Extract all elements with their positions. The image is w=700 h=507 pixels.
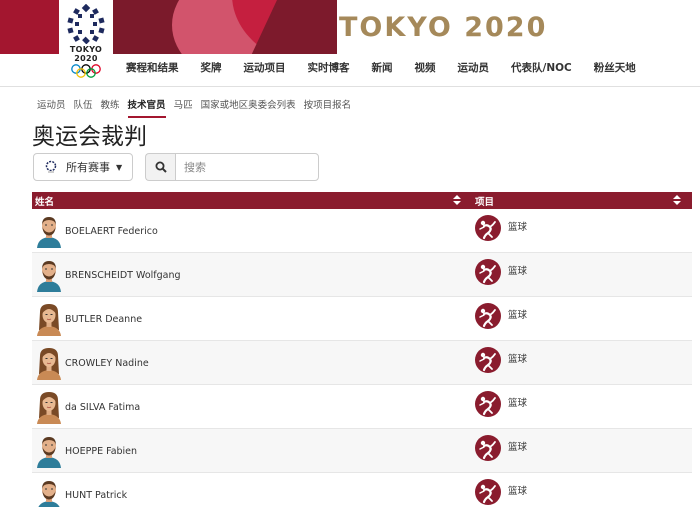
sort-icon[interactable] <box>673 195 681 206</box>
logo-text: TOKYO 2020 <box>69 45 103 63</box>
page-title: 奥运会裁判 <box>32 124 147 150</box>
avatar <box>36 434 62 468</box>
nav-sports[interactable]: 运动项目 <box>244 60 286 84</box>
subnav-technical-officials[interactable]: 技术官员 <box>127 97 166 118</box>
sport-name[interactable]: 篮球 <box>508 263 527 277</box>
nav-news[interactable]: 新闻 <box>372 60 393 84</box>
table-row[interactable]: da SILVA Fatima 篮球 <box>32 385 692 429</box>
search-icon <box>155 161 167 173</box>
nav-fan-zone[interactable]: 粉丝天地 <box>594 60 636 84</box>
table-body: BOELAERT Federico 篮球 BRENSCHEIDT Wolfgan… <box>32 209 692 507</box>
avatar <box>36 302 62 336</box>
subnav-teams[interactable]: 队伍 <box>74 97 93 118</box>
banner-decoration-graphic <box>112 0 337 54</box>
table-row[interactable]: HUNT Patrick 篮球 <box>32 473 692 507</box>
subnav-noc-list[interactable]: 国家或地区奥委会列表 <box>201 97 296 118</box>
emblem-icon <box>67 4 105 44</box>
main-navigation: 赛程和结果 奖牌 运动项目 实时博客 新闻 视频 运动员 代表队/NOC 粉丝天… <box>126 60 658 84</box>
table-row[interactable]: BOELAERT Federico 篮球 <box>32 209 692 253</box>
sport-name[interactable]: 篮球 <box>508 439 527 453</box>
caret-down-icon: ▼ <box>116 162 123 172</box>
subnav-athletes[interactable]: 运动员 <box>37 97 66 118</box>
event-filter-value: 所有赛事 <box>66 161 110 174</box>
event-filter-dropdown[interactable]: 所有赛事 ▼ <box>33 153 133 181</box>
official-name[interactable]: da SILVA Fatima <box>65 402 140 413</box>
nav-schedule-results[interactable]: 赛程和结果 <box>126 60 179 84</box>
table-header: 姓名 项目 <box>32 192 692 209</box>
official-name[interactable]: HOEPPE Fabien <box>65 446 137 457</box>
official-name[interactable]: BRENSCHEIDT Wolfgang <box>65 270 181 281</box>
basketball-icon <box>475 259 501 285</box>
olympic-rings-icon <box>71 64 101 78</box>
officials-table: 姓名 项目 BOELAERT Federico 篮球 BRENSCHEIDT W… <box>32 192 692 507</box>
banner-decoration-left <box>0 0 60 54</box>
basketball-icon <box>475 347 501 373</box>
nav-divider <box>0 86 700 87</box>
sport-name[interactable]: 篮球 <box>508 483 527 497</box>
avatar <box>36 214 62 248</box>
avatar <box>36 258 62 292</box>
nav-teams-noc[interactable]: 代表队/NOC <box>511 60 572 84</box>
basketball-icon <box>475 479 501 505</box>
nav-athletes[interactable]: 运动员 <box>458 60 490 84</box>
search-button[interactable] <box>145 153 175 181</box>
avatar <box>36 390 62 424</box>
official-name[interactable]: BUTLER Deanne <box>65 314 142 325</box>
official-name[interactable]: CROWLEY Nadine <box>65 358 149 369</box>
sort-icon[interactable] <box>453 195 461 206</box>
sport-name[interactable]: 篮球 <box>508 219 527 233</box>
official-name[interactable]: BOELAERT Federico <box>65 226 158 237</box>
nav-videos[interactable]: 视频 <box>415 60 436 84</box>
nav-live-blog[interactable]: 实时博客 <box>308 60 350 84</box>
table-row[interactable]: BRENSCHEIDT Wolfgang 篮球 <box>32 253 692 297</box>
subnav-horses[interactable]: 马匹 <box>174 97 193 118</box>
avatar <box>36 478 62 507</box>
site-title[interactable]: TOKYO 2020 <box>339 12 547 43</box>
tokyo-2020-logo[interactable]: TOKYO 2020 <box>59 0 113 80</box>
table-row[interactable]: CROWLEY Nadine 篮球 <box>32 341 692 385</box>
subnav-entries-by-sport[interactable]: 按项目报名 <box>304 97 352 118</box>
subnav-coaches[interactable]: 教练 <box>101 97 120 118</box>
basketball-icon <box>475 435 501 461</box>
sport-name[interactable]: 篮球 <box>508 395 527 409</box>
column-header-sport[interactable]: 项目 <box>475 194 494 208</box>
table-row[interactable]: BUTLER Deanne 篮球 <box>32 297 692 341</box>
basketball-icon <box>475 391 501 417</box>
sub-navigation: 运动员 队伍 教练 技术官员 马匹 国家或地区奥委会列表 按项目报名 <box>37 97 359 118</box>
sport-name[interactable]: 篮球 <box>508 351 527 365</box>
column-header-name[interactable]: 姓名 <box>35 194 54 208</box>
emblem-icon <box>45 160 57 173</box>
basketball-icon <box>475 215 501 241</box>
nav-medals[interactable]: 奖牌 <box>201 60 222 84</box>
avatar <box>36 346 62 380</box>
basketball-icon <box>475 303 501 329</box>
table-row[interactable]: HOEPPE Fabien 篮球 <box>32 429 692 473</box>
official-name[interactable]: HUNT Patrick <box>65 490 127 501</box>
sport-name[interactable]: 篮球 <box>508 307 527 321</box>
search-input[interactable] <box>175 153 319 181</box>
